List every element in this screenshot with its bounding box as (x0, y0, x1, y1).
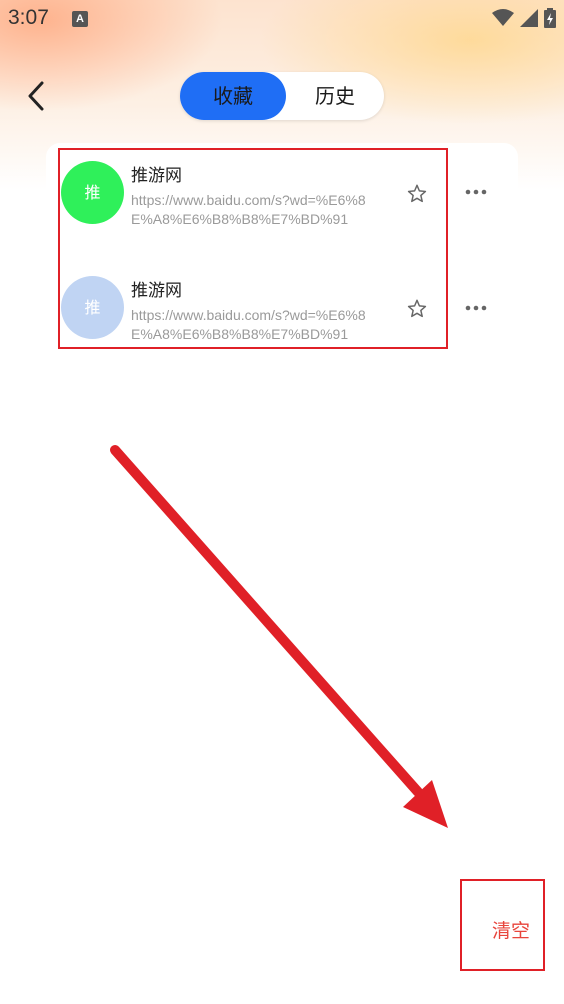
more-icon[interactable] (464, 188, 488, 196)
wifi-icon (492, 9, 514, 26)
status-icons (492, 8, 556, 28)
status-bar: 3:07 A (0, 0, 564, 40)
signal-icon (520, 9, 538, 27)
clear-button[interactable]: 清空 (492, 916, 530, 943)
back-button[interactable] (20, 78, 56, 114)
more-icon[interactable] (464, 304, 488, 312)
chevron-left-icon (28, 81, 44, 111)
notification-badge-icon: A (72, 11, 88, 27)
battery-icon (544, 8, 556, 28)
annotation-highlight-box (58, 148, 448, 349)
tab-favorites[interactable]: 收藏 (180, 72, 286, 120)
tab-switcher: 收藏 历史 (180, 72, 384, 120)
tab-history[interactable]: 历史 (286, 72, 384, 120)
status-time: 3:07 (8, 6, 49, 29)
